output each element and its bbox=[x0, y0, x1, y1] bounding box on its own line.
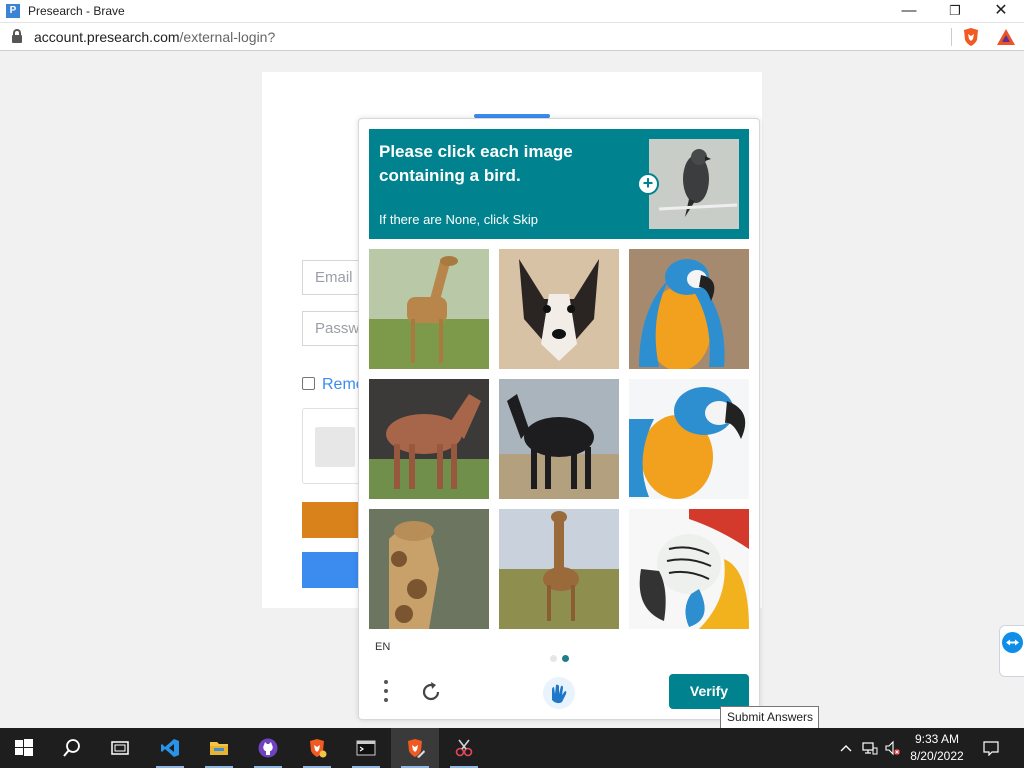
presearch-app-icon: P bbox=[6, 4, 20, 18]
more-options-icon[interactable] bbox=[381, 680, 391, 706]
clock-time[interactable]: 9:33 AM bbox=[905, 732, 969, 746]
brave-taskbar-item[interactable] bbox=[293, 728, 341, 768]
example-image[interactable] bbox=[649, 139, 739, 229]
refresh-icon[interactable] bbox=[419, 680, 443, 704]
window-titlebar: P Presearch - Brave — ❐ ✕ bbox=[0, 0, 1024, 23]
url-text[interactable]: account.presearch.com/external-login? bbox=[34, 29, 275, 45]
task-view-button[interactable] bbox=[96, 728, 144, 768]
image-tile-giraffe[interactable] bbox=[369, 249, 489, 369]
image-tile-horse[interactable] bbox=[369, 379, 489, 499]
submit-tooltip: Submit Answers bbox=[720, 706, 819, 729]
address-bar[interactable]: account.presearch.com/external-login? bbox=[0, 23, 1024, 51]
brave-shields-icon[interactable] bbox=[962, 27, 980, 47]
image-tile-giraffe[interactable] bbox=[499, 509, 619, 629]
volume-muted-icon[interactable] bbox=[884, 740, 900, 756]
file-explorer-taskbar-item[interactable] bbox=[195, 728, 243, 768]
captcha-challenge: Please click each image containing a bir… bbox=[358, 118, 760, 720]
network-icon[interactable] bbox=[862, 740, 878, 756]
taskbar: 9:33 AM 8/20/2022 bbox=[0, 728, 1024, 768]
brave-icon bbox=[310, 739, 327, 758]
image-tile-parrot[interactable] bbox=[629, 379, 749, 499]
prompt-text: Please click each image containing a bir… bbox=[379, 142, 573, 185]
url-path: /external-login? bbox=[179, 29, 276, 45]
remember-checkbox[interactable] bbox=[302, 377, 315, 390]
vscode-taskbar-item[interactable] bbox=[146, 728, 194, 768]
verify-button[interactable]: Verify bbox=[669, 674, 749, 709]
image-tile-dog[interactable] bbox=[499, 249, 619, 369]
scissors-icon bbox=[455, 739, 473, 757]
snipping-tool-taskbar-item[interactable] bbox=[440, 728, 488, 768]
accessibility-icon[interactable] bbox=[542, 676, 576, 710]
terminal-icon bbox=[356, 740, 376, 756]
address-divider bbox=[951, 28, 952, 46]
captcha-checkbox[interactable] bbox=[315, 427, 355, 467]
image-tile-parrot[interactable] bbox=[629, 249, 749, 369]
page-dot-2 bbox=[562, 655, 569, 662]
image-grid bbox=[369, 249, 749, 629]
terminal-taskbar-item[interactable] bbox=[342, 728, 390, 768]
image-tile-horse[interactable] bbox=[499, 379, 619, 499]
vscode-icon bbox=[161, 739, 179, 757]
search-button[interactable] bbox=[48, 728, 96, 768]
challenge-prompt: Please click each image containing a bir… bbox=[369, 129, 749, 239]
prompt-subtext: If there are None, click Skip bbox=[379, 212, 538, 227]
image-tile-giraffe[interactable] bbox=[369, 509, 489, 629]
teamviewer-icon[interactable] bbox=[1002, 632, 1023, 653]
language-selector[interactable]: EN bbox=[375, 641, 390, 653]
image-tile-parrot[interactable] bbox=[629, 509, 749, 629]
page-indicator bbox=[550, 649, 574, 667]
windows-icon bbox=[15, 739, 33, 756]
chevron-up-icon[interactable] bbox=[838, 740, 854, 756]
search-icon bbox=[63, 739, 80, 757]
window-title: Presearch - Brave bbox=[28, 4, 125, 18]
github-icon bbox=[258, 738, 278, 758]
plus-icon[interactable]: + bbox=[637, 173, 659, 195]
brave-icon bbox=[408, 739, 425, 758]
clock-date[interactable]: 8/20/2022 bbox=[905, 749, 969, 763]
brave-rewards-icon[interactable] bbox=[996, 28, 1016, 46]
remember-me[interactable]: Remo bbox=[302, 376, 365, 394]
minimize-button[interactable]: — bbox=[886, 0, 932, 23]
notifications-icon[interactable] bbox=[983, 740, 999, 756]
url-domain: account.presearch.com bbox=[34, 29, 180, 45]
lock-icon[interactable] bbox=[12, 29, 22, 43]
restore-button[interactable]: ❐ bbox=[932, 0, 978, 23]
brave-active-taskbar-item[interactable] bbox=[391, 728, 439, 768]
teamviewer-widget[interactable] bbox=[999, 625, 1024, 677]
task-view-icon bbox=[111, 741, 129, 755]
start-button[interactable] bbox=[0, 728, 48, 768]
close-window-button[interactable]: ✕ bbox=[978, 0, 1024, 23]
github-taskbar-item[interactable] bbox=[244, 728, 292, 768]
page-dot-1 bbox=[550, 655, 557, 662]
folder-icon bbox=[210, 742, 228, 755]
